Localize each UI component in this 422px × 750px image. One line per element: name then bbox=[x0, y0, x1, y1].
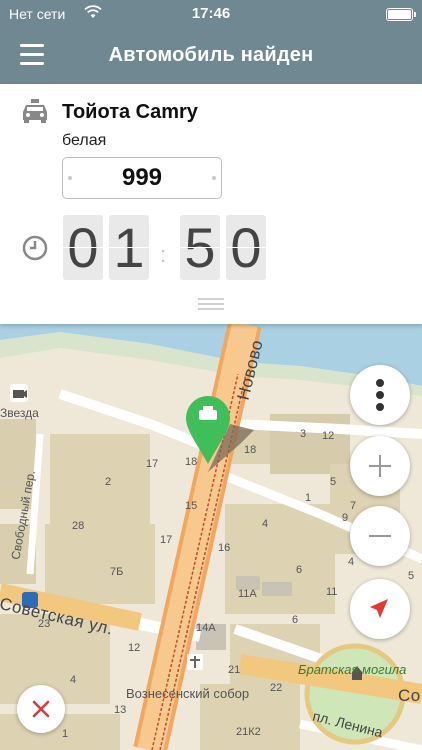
plate-bolt bbox=[212, 176, 216, 180]
timer-digit: 5 bbox=[180, 215, 220, 280]
timer-digit: 0 bbox=[226, 215, 266, 280]
house-number: 17 bbox=[160, 534, 173, 546]
battery-icon bbox=[386, 8, 416, 21]
house-number: 16 bbox=[218, 542, 231, 554]
house-number: 1 bbox=[305, 492, 312, 504]
street-label: Со bbox=[398, 686, 421, 705]
house-number: 6 bbox=[292, 614, 299, 626]
cancel-button[interactable] bbox=[17, 685, 65, 733]
house-number: 21 bbox=[228, 664, 241, 676]
house-number: 6 bbox=[296, 564, 303, 576]
clock-time: 17:46 bbox=[191, 5, 231, 22]
clock-icon bbox=[22, 235, 48, 266]
house-number: 4 bbox=[348, 556, 355, 568]
house-number: 17 bbox=[146, 458, 159, 470]
license-plate: 999 bbox=[62, 157, 222, 199]
poi-label: Звезда bbox=[0, 406, 39, 420]
plate-number: 999 bbox=[121, 164, 163, 191]
more-options-button[interactable] bbox=[350, 365, 410, 425]
house-number: 22 bbox=[270, 682, 283, 694]
car-color: белая bbox=[62, 132, 107, 149]
house-number: 12 bbox=[128, 642, 141, 654]
house-number: 11 bbox=[326, 586, 338, 598]
plate-bolt bbox=[68, 176, 72, 180]
house-number: 23 bbox=[38, 618, 51, 630]
my-location-button[interactable] bbox=[350, 579, 410, 639]
house-number: 4 bbox=[70, 674, 77, 686]
house-number: 14А bbox=[196, 622, 216, 634]
car-model: Тойота Camry bbox=[62, 101, 198, 123]
timer-digit: 0 bbox=[63, 215, 103, 280]
house-number: 13 bbox=[114, 704, 127, 716]
poi-label: Вознесенский собор bbox=[126, 686, 250, 701]
drag-handle[interactable] bbox=[198, 298, 224, 312]
house-number: 5 bbox=[330, 476, 337, 488]
house-number: 2 bbox=[105, 476, 112, 488]
poi-label: Братская могила bbox=[298, 662, 407, 677]
house-number: 7 bbox=[350, 500, 357, 512]
house-number: 11А bbox=[238, 588, 257, 600]
house-number: 4 bbox=[262, 518, 269, 530]
house-number: 12 bbox=[322, 430, 335, 442]
timer-colon: : bbox=[160, 242, 167, 267]
nav-bar: Автомобиль найден bbox=[0, 28, 422, 84]
minus-icon bbox=[369, 535, 391, 537]
car-info-card: Тойота Camry белая 999 0 1 : 5 0 bbox=[0, 84, 422, 324]
taxi-icon bbox=[21, 98, 49, 129]
page-title: Автомобиль найден bbox=[108, 44, 314, 66]
house-number: 15 bbox=[185, 500, 198, 512]
house-number: 18 bbox=[244, 444, 257, 456]
timer-digit: 1 bbox=[109, 215, 149, 280]
house-number: 9 bbox=[342, 512, 349, 524]
house-number: 7Б bbox=[110, 566, 124, 578]
navigation-arrow-icon bbox=[370, 599, 388, 618]
zoom-out-button[interactable] bbox=[350, 506, 410, 566]
close-icon bbox=[32, 700, 50, 718]
house-number: 28 bbox=[72, 520, 85, 532]
status-bar: Нет сети 17:46 bbox=[0, 0, 422, 28]
zoom-in-button[interactable] bbox=[350, 436, 410, 496]
house-number: 21К2 bbox=[236, 726, 261, 738]
house-number: 3 bbox=[300, 428, 307, 440]
house-number: 18 bbox=[185, 456, 198, 468]
